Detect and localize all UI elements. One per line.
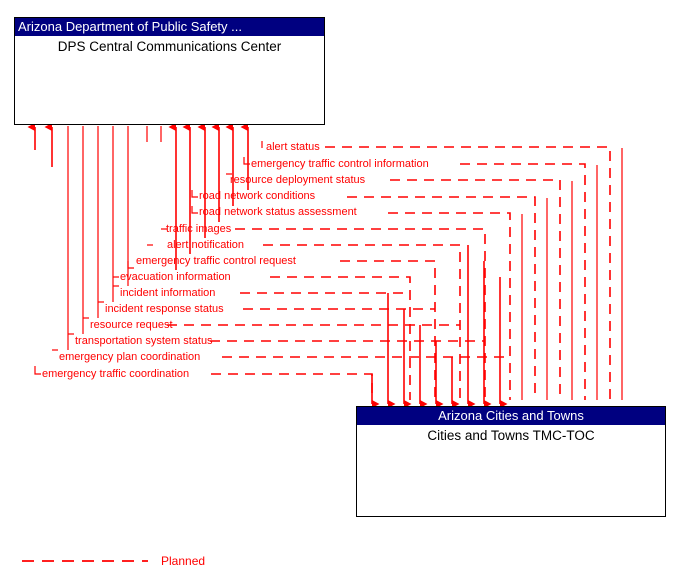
flow-label-incident-information[interactable]: incident information [120, 287, 215, 299]
flow-label-emergency-traffic-coordination[interactable]: emergency traffic coordination [42, 368, 189, 380]
flow-label-alert-notification[interactable]: alert notification [167, 239, 244, 251]
flow-label-alert-status[interactable]: alert status [266, 141, 320, 153]
node-dps-central-communications-center[interactable]: Arizona Department of Public Safety ... … [14, 17, 325, 125]
legend-planned-label: Planned [161, 554, 206, 568]
flow-label-emergency-traffic-control-request[interactable]: emergency traffic control request [136, 255, 296, 267]
node-dps-subtitle: DPS Central Communications Center [57, 39, 282, 54]
flow-label-traffic-images[interactable]: traffic images [166, 223, 231, 235]
node-dps-title: Arizona Department of Public Safety ... [15, 18, 324, 36]
flow-label-evacuation-information[interactable]: evacuation information [120, 271, 231, 283]
node-cities-subtitle: Cities and Towns TMC-TOC [427, 428, 595, 443]
flow-label-emergency-plan-coordination[interactable]: emergency plan coordination [59, 351, 200, 363]
flow-lines-to-dps-box [67, 126, 162, 350]
node-arizona-cities-and-towns[interactable]: Arizona Cities and Towns Cities and Town… [356, 406, 666, 517]
flow-label-transportation-system-status[interactable]: transportation system status [75, 335, 213, 347]
flow-label-road-network-conditions[interactable]: road network conditions [199, 190, 315, 202]
flow-lines-to-cities-box [521, 148, 623, 400]
node-cities-title: Arizona Cities and Towns [357, 407, 665, 425]
flow-label-incident-response-status[interactable]: incident response status [105, 303, 224, 315]
flow-label-resource-request[interactable]: resource request [90, 319, 173, 331]
flow-label-resource-deployment-status[interactable]: resource deployment status [230, 174, 365, 186]
flow-label-road-network-status-assessment[interactable]: road network status assessment [199, 206, 357, 218]
flow-label-emergency-traffic-control-information[interactable]: emergency traffic control information [251, 158, 429, 170]
